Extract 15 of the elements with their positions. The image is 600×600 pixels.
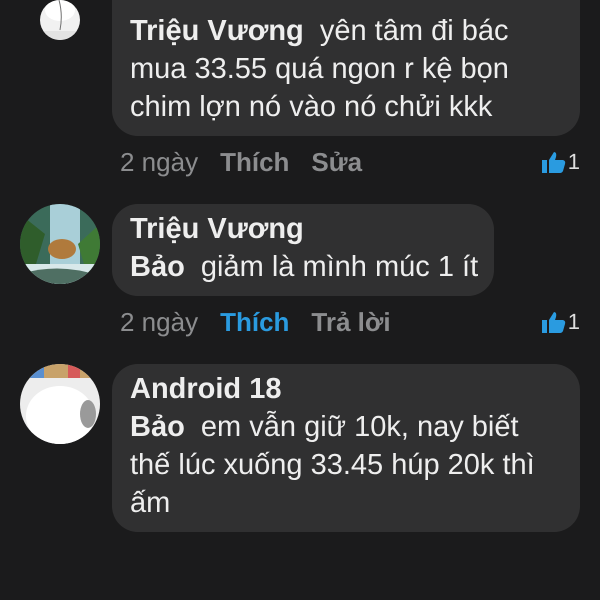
like-link[interactable]: Thích: [220, 146, 290, 178]
comment-time: 2 ngày: [120, 306, 198, 338]
author-name[interactable]: Triệu Vương: [130, 210, 478, 248]
reaction-count: 1: [568, 309, 580, 335]
like-link[interactable]: Thích: [220, 306, 290, 338]
reaction-count: 1: [568, 149, 580, 175]
action-link[interactable]: Trả lời: [311, 306, 391, 338]
comment-time: 2 ngày: [120, 146, 198, 178]
thumbs-up-icon: [542, 311, 566, 333]
thumbs-up-icon: [542, 151, 566, 173]
comment-text: Triệu Vương yên tâm đi bác mua 33.55 quá ngon r kệ bọn chim lợn nó vào nó chửi kkk: [130, 14, 510, 125]
comment-text: Bảo em vẫn giữ 10k, nay biết thế lúc xuống 33.45 húp 20k thì ấm: [130, 410, 536, 521]
action-link[interactable]: Sửa: [311, 146, 362, 178]
author-name[interactable]: Android 18: [130, 370, 564, 408]
comment-text: Bảo giảm là mình múc 1 ít: [130, 250, 478, 285]
